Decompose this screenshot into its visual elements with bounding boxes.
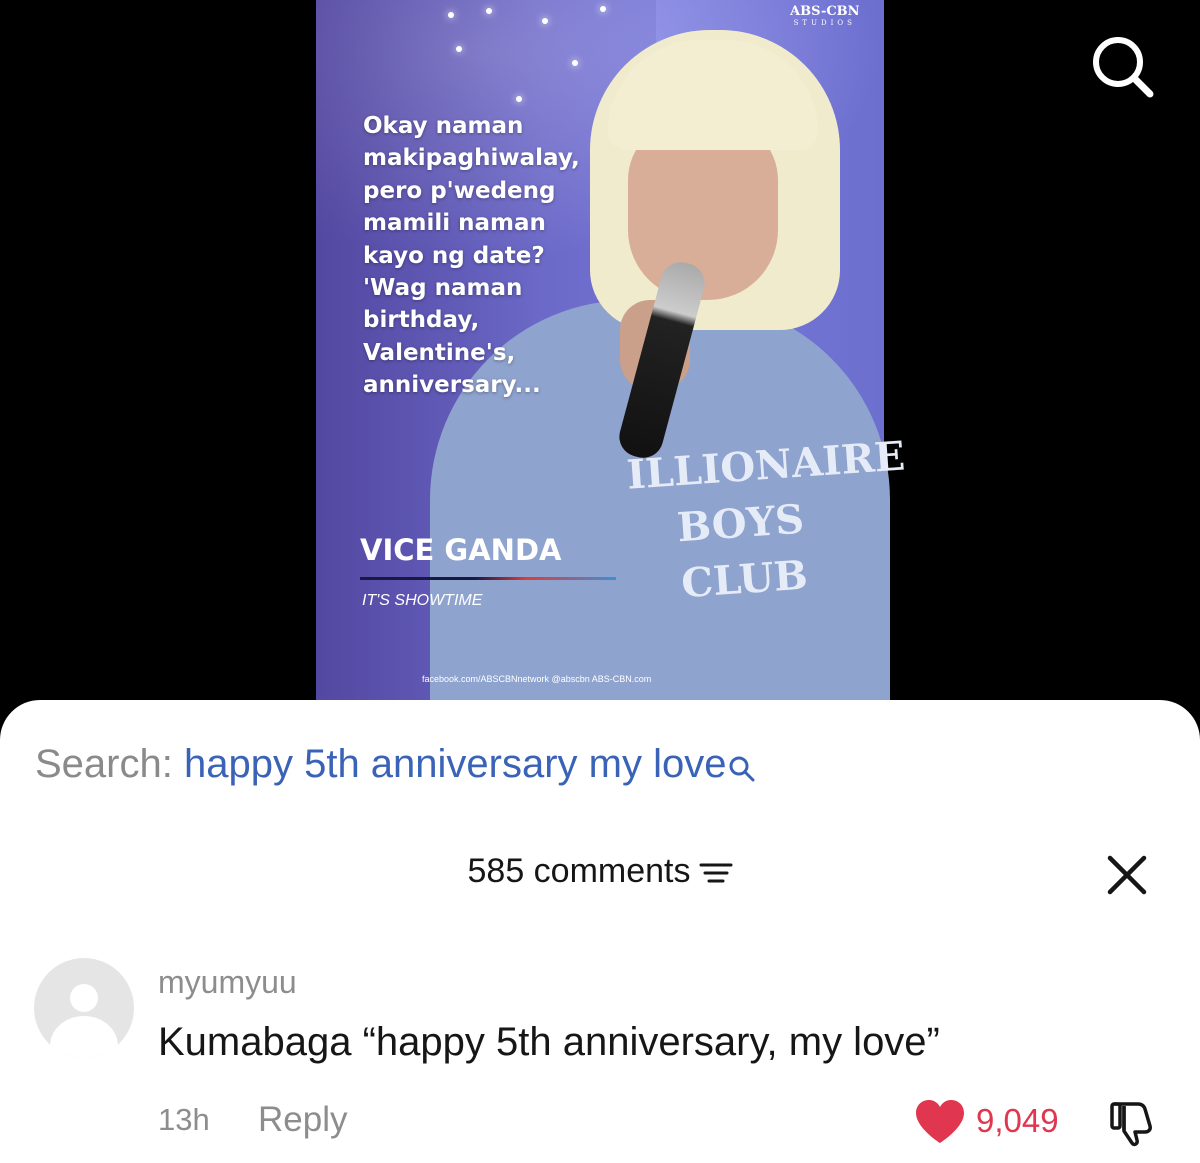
quote-line: anniversary... — [363, 372, 541, 399]
search-icon — [1093, 37, 1154, 98]
social-handles: facebook.com/ABSCBNnetwork @abscbn ABS-C… — [422, 674, 652, 684]
like-count: 9,049 — [976, 1102, 1059, 1139]
comment-timestamp: 13h — [158, 1102, 210, 1137]
quote-line: Okay naman — [363, 113, 524, 139]
video-player[interactable]: ILLIONAIRE BOYS CLUB ABS-CBN STUDIOS Oka… — [0, 0, 1200, 720]
stage-light — [448, 12, 454, 18]
search-button[interactable] — [1090, 34, 1154, 98]
stage-light — [486, 8, 492, 14]
brand-name: ABS-CBN — [790, 4, 860, 19]
search-icon[interactable] — [728, 748, 756, 793]
reply-button[interactable]: Reply — [258, 1100, 347, 1140]
show-name: IT'S SHOWTIME — [362, 592, 483, 609]
name-divider — [360, 577, 616, 580]
avatar-head — [70, 984, 98, 1012]
video-quote: Okay naman makipaghiwalay, pero p'wedeng… — [363, 110, 593, 402]
close-button[interactable] — [1102, 850, 1152, 900]
quote-line: makipaghiwalay, — [363, 145, 580, 172]
sweater-print: ILLIONAIRE BOYS CLUB — [625, 432, 907, 608]
avatar-body — [50, 1016, 118, 1058]
avatar[interactable] — [34, 958, 134, 1058]
stage-light — [572, 60, 578, 66]
like-button[interactable] — [914, 1098, 966, 1146]
heart-icon — [916, 1100, 964, 1143]
quote-line: pero p'wedeng — [363, 177, 556, 204]
stage-light — [516, 96, 522, 102]
brand-logo: ABS-CBN STUDIOS — [790, 4, 860, 27]
quote-line: kayo ng date? — [363, 242, 545, 269]
comment-text: Kumabaga “happy 5th anniversary, my love… — [158, 1020, 940, 1064]
quote-line: 'Wag naman — [363, 275, 523, 302]
comment-item: myumyuu Kumabaga “happy 5th anniversary,… — [0, 950, 1200, 1163]
quote-line: Valentine's, — [363, 339, 516, 366]
quote-line: birthday, — [363, 307, 480, 334]
speaker-name: VICE GANDA — [360, 533, 562, 567]
search-term-link[interactable]: happy 5th anniversary my love — [184, 742, 727, 786]
comments-header: 585 comments — [0, 852, 1200, 892]
thumbs-down-icon — [1110, 1102, 1152, 1147]
search-prefix: Search: — [35, 742, 173, 786]
stage-light — [542, 18, 548, 24]
stage-light — [456, 46, 462, 52]
search-suggestion[interactable]: Search: happy 5th anniversary my love — [35, 742, 756, 793]
filter-icon[interactable] — [699, 859, 733, 892]
comment-username[interactable]: myumyuu — [158, 964, 297, 1001]
dislike-button[interactable] — [1108, 1098, 1158, 1148]
stage-light — [600, 6, 606, 12]
quote-line: mamili naman — [363, 210, 546, 237]
comments-count: 585 comments — [467, 852, 691, 890]
brand-sub: STUDIOS — [793, 19, 856, 27]
close-icon — [1107, 855, 1147, 895]
